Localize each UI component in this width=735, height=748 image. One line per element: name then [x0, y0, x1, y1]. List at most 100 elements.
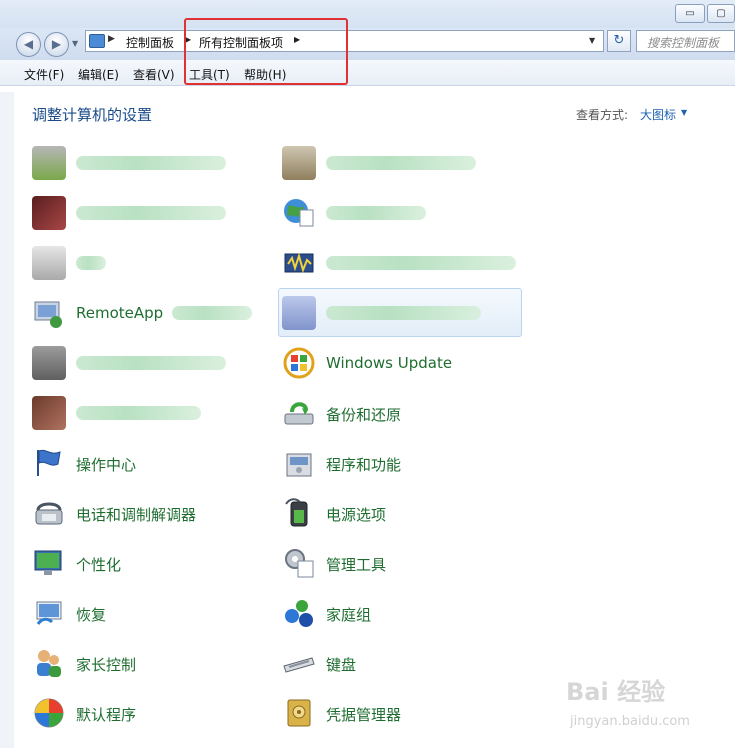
power-options-label: 电源选项	[326, 506, 387, 524]
cp-item-keyboard[interactable]: 键盘	[282, 646, 492, 690]
menu-view[interactable]: 查看(V)	[133, 66, 175, 83]
windows-update-label: Windows Update	[326, 354, 453, 372]
menu-bar: 文件(F) 编辑(E) 查看(V) 工具(T) 帮助(H)	[0, 60, 735, 86]
sound-icon	[284, 252, 314, 274]
back-arrow-icon: ◀	[23, 37, 34, 51]
cp-item-remoteapp[interactable]: RemoteApp	[32, 296, 257, 340]
personalization-label: 个性化	[76, 556, 122, 574]
blurred-label	[76, 356, 226, 370]
phone-icon	[35, 502, 63, 525]
keyboard-icon	[283, 657, 315, 673]
blurred-label	[76, 156, 226, 170]
cp-item-parental-controls[interactable]: 家长控制	[32, 646, 232, 690]
windows-update-icon	[283, 347, 315, 379]
forward-arrow-icon: ▶	[51, 37, 62, 51]
control-panel-icon	[89, 34, 105, 48]
cp-item-blurred-8[interactable]	[282, 296, 492, 340]
blurred-icon	[282, 296, 316, 330]
remoteapp-icon	[34, 301, 62, 328]
cp-item-bitlocker[interactable]	[282, 146, 492, 190]
homegroup-label: 家庭组	[326, 606, 372, 624]
back-button[interactable]: ◀	[16, 32, 41, 57]
view-by-dropdown[interactable]: 大图标	[640, 106, 676, 123]
cp-item-blurred-3[interactable]	[32, 246, 232, 290]
blurred-label	[326, 256, 516, 270]
cp-item-blurred-1[interactable]	[32, 146, 232, 190]
default-programs-label: 默认程序	[76, 706, 137, 724]
recovery-icon	[36, 601, 62, 625]
watermark-logo: Bai 经验	[566, 678, 666, 706]
breadcrumb-control-panel[interactable]: 控制面板	[126, 34, 174, 51]
parental-controls-label: 家长控制	[76, 656, 137, 674]
blurred-label	[76, 406, 201, 420]
cp-item-backup-restore[interactable]: 备份和还原	[282, 396, 492, 440]
cp-item-default-programs[interactable]: 默认程序	[32, 696, 232, 740]
minimize-button[interactable]: ▭	[675, 4, 705, 23]
blurred-label	[76, 256, 106, 270]
menu-edit[interactable]: 编辑(E)	[78, 66, 119, 83]
recovery-label: 恢复	[76, 606, 107, 624]
programs-box-icon	[286, 453, 312, 477]
menu-file[interactable]: 文件(F)	[24, 66, 64, 83]
breadcrumb-chevron-icon[interactable]: ▶	[108, 34, 115, 44]
cp-item-power-options[interactable]: 电源选项	[282, 496, 492, 540]
cp-item-blurred-5[interactable]	[32, 396, 232, 440]
credential-manager-label: 凭据管理器	[326, 706, 402, 724]
blurred-label	[326, 156, 476, 170]
homegroup-icon	[285, 600, 313, 627]
blurred-label	[326, 206, 426, 220]
cp-item-windows-update[interactable]: Windows Update	[282, 346, 492, 390]
address-dropdown-icon[interactable]: ▼	[589, 36, 595, 45]
remoteapp-label: RemoteApp	[76, 304, 164, 322]
watermark: Bai 经验 jingyan.baidu.com	[566, 672, 726, 740]
globe-checklist-icon	[284, 199, 314, 227]
programs-features-label: 程序和功能	[326, 456, 402, 474]
monitor-palette-icon	[34, 550, 62, 575]
search-input[interactable]: 搜索控制面板	[636, 30, 735, 52]
watermark-url: jingyan.baidu.com	[570, 714, 690, 729]
cp-item-credential-manager[interactable]: 凭据管理器	[282, 696, 492, 740]
view-by-label: 查看方式:	[576, 108, 629, 122]
maximize-icon: ▢	[716, 8, 726, 19]
refresh-button[interactable]: ↻	[607, 30, 631, 52]
backup-restore-label: 备份和还原	[326, 406, 402, 424]
cp-item-personalization[interactable]: 个性化	[32, 546, 232, 590]
chevron-down-icon[interactable]: ▼	[681, 108, 687, 117]
action-center-label: 操作中心	[76, 456, 137, 474]
cp-item-programs-features[interactable]: 程序和功能	[282, 446, 492, 490]
cp-item-admin-tools[interactable]: 管理工具	[282, 546, 492, 590]
blurred-icon	[32, 196, 66, 230]
battery-icon	[285, 498, 308, 527]
cp-item-blurred-6[interactable]	[282, 196, 492, 240]
cp-item-blurred-2[interactable]	[32, 196, 232, 240]
refresh-icon: ↻	[613, 33, 625, 48]
blurred-icon	[32, 346, 66, 380]
cp-item-blurred-7[interactable]	[282, 246, 522, 290]
blurred-label	[76, 206, 226, 220]
highlight-annotation	[184, 18, 348, 85]
cp-item-phone-modem[interactable]: 电话和调制解调器	[32, 496, 232, 540]
cp-item-action-center[interactable]: 操作中心	[32, 446, 232, 490]
blurred-label	[172, 306, 252, 320]
blurred-label	[326, 306, 481, 320]
keyboard-label: 键盘	[326, 656, 357, 674]
recent-pages-dropdown[interactable]: ▼	[72, 39, 82, 49]
navigation-pane-edge	[0, 92, 14, 748]
cp-item-homegroup[interactable]: 家庭组	[282, 596, 492, 640]
flag-icon	[37, 449, 61, 476]
cp-item-recovery[interactable]: 恢复	[32, 596, 232, 640]
blurred-icon	[32, 246, 66, 280]
maximize-button[interactable]: ▢	[707, 4, 735, 23]
admin-tools-label: 管理工具	[326, 556, 387, 574]
blurred-icon	[32, 146, 66, 180]
chevron-down-icon: ▼	[72, 39, 79, 48]
cp-item-blurred-4[interactable]	[32, 346, 232, 390]
forward-button[interactable]: ▶	[44, 32, 69, 57]
admin-tools-icon	[285, 549, 314, 578]
backup-icon	[284, 402, 314, 425]
default-programs-icon	[34, 698, 64, 728]
page-title: 调整计算机的设置	[32, 106, 153, 124]
family-icon	[37, 650, 61, 677]
vault-icon	[287, 699, 311, 727]
title-bar: ▭ ▢	[0, 0, 735, 28]
